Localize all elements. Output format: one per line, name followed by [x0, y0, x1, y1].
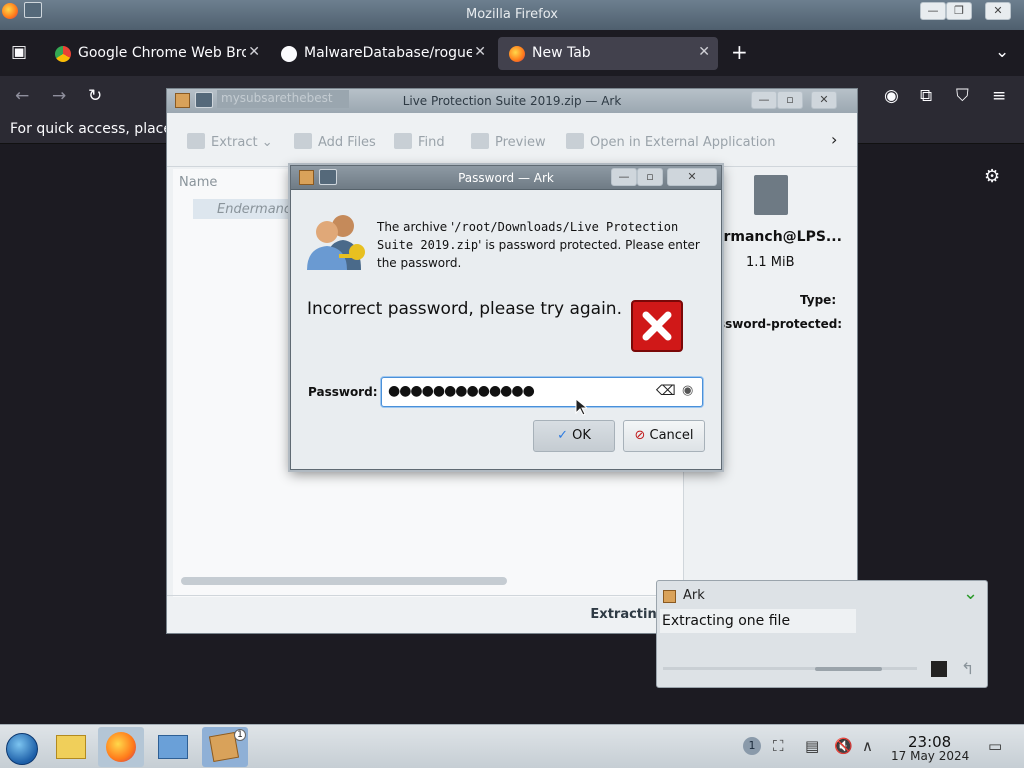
- dialog-titlebar: Password — Ark — ▫ ✕: [291, 166, 721, 190]
- toolbar-overflow-icon[interactable]: ›: [831, 130, 837, 149]
- firefox-titlebar: Mozilla Firefox — ❐ ✕: [0, 0, 1024, 30]
- error-icon: [631, 300, 683, 352]
- check-icon: ✓: [557, 428, 568, 443]
- close-tab-icon[interactable]: ✕: [248, 44, 260, 60]
- extract-button[interactable]: Extract ⌄: [187, 133, 273, 150]
- ark-job-count-badge: 1: [234, 729, 246, 741]
- find-button[interactable]: Find: [394, 133, 445, 150]
- password-label: Password:: [308, 385, 378, 399]
- add-files-button[interactable]: Add Files: [294, 133, 376, 150]
- ark-toolbar: Extract ⌄ Add Files Find Preview Open in…: [167, 117, 857, 167]
- close-button[interactable]: ✕: [985, 2, 1011, 20]
- preview-icon: [471, 133, 489, 149]
- ark-titlebar: mysubsarethebest Live Protection Suite 2…: [167, 89, 857, 113]
- tab-new-tab[interactable]: New Tab ✕: [498, 37, 718, 70]
- open-external-icon: [566, 133, 584, 149]
- firefox-icon: [509, 46, 525, 62]
- show-desktop-icon[interactable]: ▭: [988, 737, 1002, 755]
- ublock-icon[interactable]: ⛉: [956, 86, 969, 106]
- users-key-icon: [307, 215, 365, 270]
- chrome-icon: [55, 46, 71, 62]
- taskbar-ark[interactable]: 1: [202, 727, 248, 767]
- cancel-icon: ⊘: [634, 428, 646, 443]
- firefox-view-icon[interactable]: ▣: [11, 42, 27, 62]
- pin-notification-icon[interactable]: ↰: [961, 659, 974, 678]
- new-tab-settings-icon[interactable]: ⚙: [984, 166, 1000, 187]
- column-header-name[interactable]: Name: [179, 175, 217, 190]
- error-message: Incorrect password, please try again.: [307, 299, 622, 319]
- extraction-notification: Ark ⌄ Extracting one file ↰: [656, 580, 988, 688]
- open-external-button[interactable]: Open in External Application: [566, 133, 776, 150]
- info-file-name: ermanch@LPS...: [714, 229, 842, 245]
- mouse-cursor-icon: [575, 398, 587, 416]
- account-icon[interactable]: ◉: [884, 86, 899, 106]
- info-type-label: Type:: [800, 293, 837, 307]
- info-protected-label: ssword-protected:: [718, 317, 843, 331]
- close-tab-icon[interactable]: ✕: [474, 44, 486, 60]
- ark-app-icon: [663, 590, 676, 603]
- close-tab-icon[interactable]: ✕: [698, 44, 710, 60]
- back-icon[interactable]: ←: [15, 86, 29, 106]
- progress-fill: [815, 667, 882, 671]
- notification-app-name: Ark: [683, 588, 705, 603]
- password-input[interactable]: ●●●●●●●●●●●●● ⌫ ◉: [381, 377, 703, 407]
- github-icon: [281, 46, 297, 62]
- maximize-button[interactable]: ❐: [946, 2, 972, 20]
- close-button[interactable]: ✕: [667, 168, 717, 186]
- clipboard-icon[interactable]: ▤: [805, 737, 819, 755]
- file-type-icon: [754, 175, 788, 215]
- cancel-button[interactable]: ⊘ Cancel: [623, 420, 705, 452]
- notification-body: Extracting one file: [660, 609, 856, 633]
- firefox-icon: [106, 732, 136, 762]
- show-password-icon[interactable]: ◉: [682, 383, 693, 398]
- taskbar-firefox[interactable]: [98, 727, 144, 767]
- close-button[interactable]: ✕: [811, 91, 837, 109]
- taskbar-system-settings[interactable]: [150, 727, 196, 767]
- find-icon: [394, 133, 412, 149]
- password-value: ●●●●●●●●●●●●●: [388, 383, 535, 399]
- maximize-button[interactable]: ▫: [637, 168, 663, 186]
- collapse-icon[interactable]: ⌄: [963, 583, 978, 604]
- extensions-icon[interactable]: ⧉: [920, 86, 932, 106]
- minimize-button[interactable]: —: [920, 2, 946, 20]
- settings-icon: [158, 735, 188, 759]
- folder-icon: [56, 735, 86, 759]
- tab-strip: ▣ Google Chrome Web Bro ✕ MalwareDatabas…: [0, 30, 1024, 76]
- minimize-button[interactable]: —: [751, 91, 777, 109]
- forward-icon[interactable]: →: [52, 86, 66, 106]
- firefox-window-title: Mozilla Firefox: [466, 7, 558, 22]
- stop-button[interactable]: [931, 661, 947, 677]
- horizontal-scrollbar[interactable]: [181, 577, 507, 585]
- notification-count-badge[interactable]: 1: [743, 737, 761, 755]
- menu-icon[interactable]: ≡: [992, 86, 1006, 106]
- list-tabs-icon[interactable]: ⌄: [995, 42, 1009, 62]
- taskbar-file-manager[interactable]: [48, 727, 94, 767]
- preview-button[interactable]: Preview: [471, 133, 546, 150]
- ok-button[interactable]: ✓ OK: [533, 420, 615, 452]
- minimize-button[interactable]: —: [611, 168, 637, 186]
- new-tab-button[interactable]: +: [731, 42, 748, 62]
- reload-icon[interactable]: ↻: [88, 86, 102, 106]
- info-file-size: 1.1 MiB: [746, 255, 795, 270]
- dialog-body: The archive '/root/Downloads/Live Protec…: [295, 194, 717, 464]
- clear-input-icon[interactable]: ⌫: [656, 383, 676, 399]
- dialog-message: The archive '/root/Downloads/Live Protec…: [377, 220, 700, 270]
- start-button[interactable]: [0, 727, 44, 767]
- volume-muted-icon[interactable]: 🔇: [834, 737, 853, 755]
- password-dialog: Password — Ark — ▫ ✕ The archive '/root/…: [290, 165, 722, 470]
- bookmarks-hint: For quick access, place y: [10, 121, 185, 137]
- extract-icon: [187, 133, 205, 149]
- taskbar: 1 1 ⛶ ▤ 🔇 ∧ 23:08 17 May 2024 ▭: [0, 724, 1024, 768]
- tab-chrome-web-store[interactable]: Google Chrome Web Bro ✕: [44, 37, 268, 70]
- add-files-icon: [294, 133, 312, 149]
- maximize-button[interactable]: ▫: [777, 91, 803, 109]
- tab-malware-database[interactable]: MalwareDatabase/rogue ✕: [270, 37, 494, 70]
- network-icon[interactable]: ⛶: [773, 737, 784, 755]
- show-hidden-icons[interactable]: ∧: [862, 737, 873, 755]
- clock-date[interactable]: 17 May 2024: [891, 749, 969, 763]
- start-orb-icon: [6, 733, 38, 765]
